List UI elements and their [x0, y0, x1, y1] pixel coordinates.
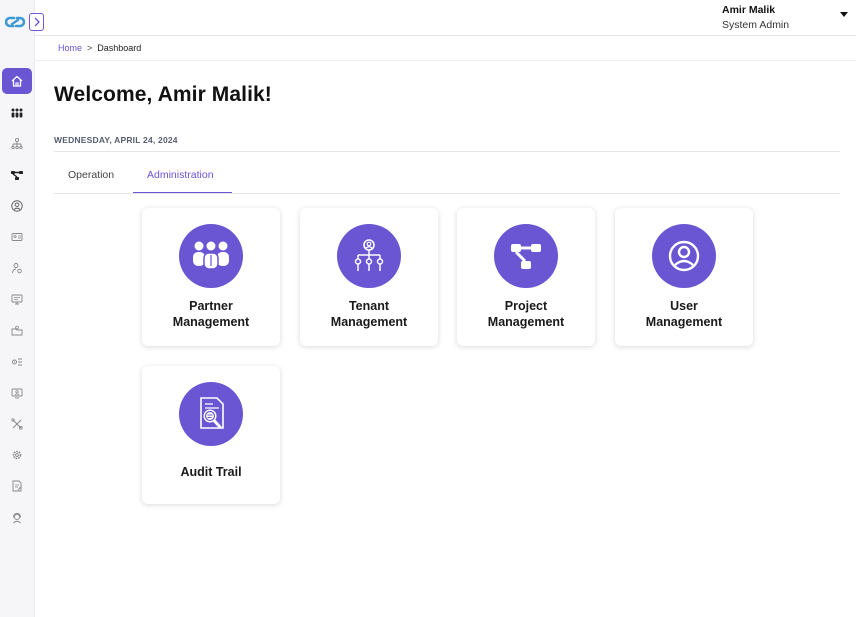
- document-edit-icon: [12, 480, 22, 492]
- card-label-line2: Management: [172, 315, 250, 329]
- folder-user-icon: [11, 325, 23, 336]
- user-circle-icon: [11, 200, 23, 212]
- sidebar-item-home[interactable]: [2, 68, 32, 94]
- card-partner-management[interactable]: Partner Management: [142, 208, 280, 346]
- audit-document-search-icon: [179, 382, 243, 446]
- card-label-line1: User: [670, 299, 698, 313]
- sidebar-item-user-settings[interactable]: [2, 255, 32, 281]
- tools-icon: [11, 418, 23, 430]
- sidebar-item-display-user[interactable]: [2, 380, 32, 406]
- sidebar-item-folder-user[interactable]: [2, 318, 32, 344]
- sidebar-item-users[interactable]: [2, 193, 32, 219]
- card-label: User Management: [615, 298, 753, 330]
- chevron-right-icon: [34, 17, 40, 27]
- breadcrumb-current: Dashboard: [97, 43, 142, 53]
- user-icon: [652, 224, 716, 288]
- breadcrumb-home-link[interactable]: Home: [58, 43, 82, 53]
- sidebar-item-partners[interactable]: [2, 100, 32, 126]
- home-icon: [11, 75, 23, 87]
- card-tenant-management[interactable]: Tenant Management: [300, 208, 438, 346]
- app-logo-icon: [5, 16, 25, 28]
- sidebar-item-settings[interactable]: [2, 442, 32, 468]
- sidebar-item-tenants[interactable]: [2, 131, 32, 157]
- people-group-icon: [11, 108, 23, 118]
- breadcrumb-separator: >: [87, 43, 93, 53]
- sidebar-item-gears[interactable]: [2, 349, 32, 375]
- card-label-line2: Management: [330, 315, 408, 329]
- breadcrumb: Home > Dashboard: [58, 43, 141, 53]
- sidebar-item-support[interactable]: [2, 505, 32, 531]
- top-bar: Amir Malik System Admin: [35, 0, 856, 36]
- sidebar-item-monitor[interactable]: [2, 286, 32, 312]
- page-title: Welcome, Amir Malik!: [54, 83, 272, 106]
- card-label-line1: Tenant: [348, 299, 390, 313]
- card-label: Audit Trail: [142, 464, 280, 480]
- app-root: Amir Malik System Admin Home > Dashboard…: [0, 0, 856, 617]
- sidebar-expand-button[interactable]: [29, 13, 44, 31]
- support-agent-icon: [13, 513, 21, 524]
- sidebar: [0, 0, 35, 617]
- card-label-line1: Project: [504, 299, 548, 313]
- sidebar-item-tools[interactable]: [2, 411, 32, 437]
- card-user-management[interactable]: User Management: [615, 208, 753, 346]
- card-project-management[interactable]: Project Management: [457, 208, 595, 346]
- tab-administration[interactable]: Administration: [147, 169, 214, 181]
- card-label-line1: Audit Trail: [180, 465, 242, 479]
- user-menu-caret-icon[interactable]: [840, 12, 848, 17]
- user-name: Amir Malik: [722, 4, 776, 16]
- card-audit-trail[interactable]: Audit Trail: [142, 366, 280, 504]
- tab-operation[interactable]: Operation: [68, 169, 114, 181]
- sidebar-item-projects[interactable]: [2, 162, 32, 188]
- display-user-icon: [11, 388, 23, 399]
- project-flow-icon: [494, 224, 558, 288]
- sidebar-item-documents[interactable]: [2, 473, 32, 499]
- partner-group-icon: [179, 224, 243, 288]
- current-date: WEDNESDAY, APRIL 24, 2024: [54, 135, 178, 145]
- tenant-hierarchy-icon: [337, 224, 401, 288]
- date-divider: [54, 151, 840, 152]
- card-label-line2: Management: [487, 315, 565, 329]
- gears-icon: [12, 358, 22, 366]
- card-label-line1: Partner: [189, 299, 233, 313]
- card-label-line2: Management: [645, 315, 723, 329]
- monitor-icon: [11, 294, 23, 305]
- org-chart-icon: [11, 137, 23, 150]
- id-card-icon: [11, 233, 23, 241]
- card-label: Project Management: [457, 298, 595, 330]
- sidebar-item-cards[interactable]: [2, 224, 32, 250]
- user-settings-icon: [12, 263, 22, 274]
- breadcrumb-divider: [35, 60, 856, 61]
- card-label: Partner Management: [142, 298, 280, 330]
- card-label: Tenant Management: [300, 298, 438, 330]
- user-role: System Admin: [722, 19, 790, 31]
- tabs-divider: [54, 193, 840, 194]
- project-flow-icon: [11, 171, 23, 180]
- gear-icon: [12, 450, 22, 460]
